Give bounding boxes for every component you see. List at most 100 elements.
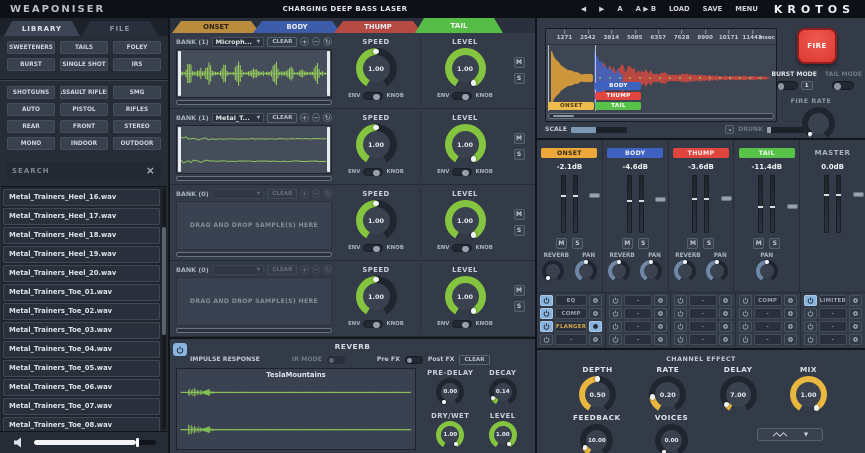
fx-gear-icon[interactable] — [849, 308, 862, 319]
fx-slot-label[interactable]: - — [819, 308, 847, 319]
fx-slot[interactable]: - — [804, 334, 862, 345]
channel-header[interactable]: ONSET — [541, 148, 597, 158]
file-item-4[interactable]: Metal_Trainers_Heel_20.wav — [3, 265, 160, 283]
topbar-button-1[interactable]: ▶ — [599, 5, 604, 13]
fx-gear-icon[interactable] — [654, 295, 667, 306]
reverb-level-knob[interactable]: 1.00 — [489, 421, 517, 449]
level-env-knob-toggle[interactable]: ENVKNOB — [437, 168, 493, 176]
search-input[interactable]: SEARCH — [12, 167, 50, 175]
fx-slot-label[interactable]: - — [754, 321, 782, 332]
category-button-1[interactable]: TAILS — [60, 41, 108, 54]
drop-zone[interactable]: DRAG AND DROP SAMPLE(S) HERE — [176, 277, 332, 326]
feedback-knob[interactable]: 10.00 — [580, 424, 613, 453]
ir-mode-toggle[interactable] — [327, 356, 345, 364]
category-button-4[interactable]: SINGLE SHOT — [60, 58, 108, 71]
region-onset[interactable]: ONSET — [548, 102, 594, 110]
category-button-6[interactable]: REAR — [7, 120, 55, 133]
predelay-knob[interactable]: 0.00 — [436, 378, 464, 406]
fx-power-icon[interactable] — [739, 295, 752, 306]
bank-loop-icon[interactable]: ↻ — [323, 113, 332, 122]
bank-mute-button[interactable]: M — [514, 209, 525, 220]
bank-remove-button[interactable]: − — [312, 113, 321, 122]
sample-dropdown[interactable]: Microph...▼ — [212, 37, 265, 47]
fx-slot[interactable]: - — [739, 321, 797, 332]
speed-env-knob-toggle[interactable]: ENVKNOB — [348, 244, 404, 252]
category-button-5[interactable]: IRS — [113, 58, 161, 71]
rate-knob[interactable]: 0.20 — [649, 376, 686, 413]
fx-slot-label[interactable]: COMP — [754, 295, 782, 306]
fx-slot-label[interactable]: - — [555, 334, 587, 345]
fx-gear-icon[interactable] — [784, 295, 797, 306]
fx-gear-icon[interactable] — [654, 321, 667, 332]
sample-dropdown[interactable]: Metal_T...▼ — [212, 113, 265, 123]
ir-clear-button[interactable]: CLEAR — [459, 355, 489, 365]
fx-power-icon[interactable] — [609, 321, 622, 332]
bank-solo-button[interactable]: S — [514, 301, 525, 312]
fx-slot-label[interactable]: - — [624, 295, 652, 306]
channel-header[interactable]: THUMP — [673, 148, 729, 158]
pan-knob[interactable] — [640, 260, 662, 282]
topbar-button-2[interactable]: A — [617, 5, 622, 13]
fx-gear-icon[interactable] — [784, 308, 797, 319]
speed-env-knob-toggle[interactable]: ENVKNOB — [348, 320, 404, 328]
decay-knob[interactable]: 0.14 — [489, 378, 517, 406]
tab-tail[interactable]: TAIL — [415, 18, 503, 33]
category-button-0[interactable]: SHOTGUNS — [7, 86, 55, 99]
lfo-wave-select[interactable]: ▼ — [757, 428, 823, 441]
fx-gear-icon[interactable] — [654, 334, 667, 345]
tail-mode-toggle[interactable] — [832, 81, 854, 90]
fx-slot-label[interactable]: - — [689, 334, 717, 345]
channel-fader[interactable] — [617, 175, 653, 233]
file-item-8[interactable]: Metal_Trainers_Toe_04.wav — [3, 341, 160, 359]
category-button-3[interactable]: BURST — [7, 58, 55, 71]
fx-slot[interactable]: LIMITER — [804, 295, 862, 306]
topbar-button-0[interactable]: ◀ — [581, 5, 586, 13]
file-item-10[interactable]: Metal_Trainers_Toe_06.wav — [3, 379, 160, 397]
fx-slot-label[interactable]: LIMITER — [819, 295, 847, 306]
tab-thump[interactable]: THUMP — [334, 21, 422, 33]
category-button-3[interactable]: AUTO — [7, 103, 55, 116]
channel-fader[interactable] — [683, 175, 719, 233]
fx-power-icon[interactable] — [674, 308, 687, 319]
file-item-6[interactable]: Metal_Trainers_Toe_02.wav — [3, 303, 160, 321]
level-env-knob-toggle[interactable]: ENVKNOB — [437, 244, 493, 252]
region-thump[interactable]: THUMP — [595, 92, 641, 100]
pre-post-fx-toggle[interactable] — [405, 356, 423, 364]
bank-mute-button[interactable]: M — [514, 285, 525, 296]
fx-slot-label[interactable]: FLANGER — [555, 321, 587, 332]
fx-gear-icon[interactable] — [654, 308, 667, 319]
category-button-1[interactable]: ASSAULT RIFLES — [60, 86, 108, 99]
fx-power-icon[interactable] — [540, 308, 553, 319]
pan-knob[interactable] — [575, 260, 597, 282]
category-button-2[interactable]: SMG — [113, 86, 161, 99]
speed-knob[interactable]: 1.00 — [356, 276, 397, 317]
level-env-knob-toggle[interactable]: ENVKNOB — [437, 320, 493, 328]
fx-slot-label[interactable]: - — [689, 321, 717, 332]
fx-gear-icon[interactable] — [784, 321, 797, 332]
category-button-7[interactable]: FRONT — [60, 120, 108, 133]
file-item-2[interactable]: Metal_Trainers_Heel_18.wav — [3, 227, 160, 245]
voices-knob[interactable]: 0.00 — [655, 424, 688, 453]
speed-env-knob-toggle[interactable]: ENVKNOB — [348, 168, 404, 176]
category-button-11[interactable]: OUTDOOR — [113, 137, 161, 150]
bank-solo-button[interactable]: S — [514, 73, 525, 84]
bank-remove-button[interactable]: − — [312, 265, 321, 274]
fx-slot-label[interactable]: - — [624, 308, 652, 319]
category-button-10[interactable]: INDOOR — [60, 137, 108, 150]
burst-count-badge[interactable]: 1 — [801, 81, 813, 90]
fx-slot[interactable]: - — [609, 321, 667, 332]
fx-slot[interactable]: - — [804, 308, 862, 319]
tab-onset[interactable]: ONSET — [172, 21, 260, 33]
fx-gear-icon[interactable] — [849, 295, 862, 306]
region-body[interactable]: BODY — [595, 82, 641, 90]
fx-slot[interactable]: - — [609, 334, 667, 345]
fx-gear-icon[interactable] — [719, 308, 732, 319]
depth-knob[interactable]: 0.50 — [579, 376, 616, 413]
sample-dropdown[interactable]: ▼ — [212, 189, 265, 199]
fx-power-icon[interactable] — [540, 334, 553, 345]
dice-icon[interactable] — [725, 125, 734, 134]
fire-rate-knob[interactable] — [802, 107, 835, 140]
channel-header[interactable]: TAIL — [739, 148, 795, 158]
file-item-0[interactable]: Metal_Trainers_Heel_16.wav — [3, 189, 160, 207]
fx-slot-label[interactable]: - — [754, 334, 782, 345]
